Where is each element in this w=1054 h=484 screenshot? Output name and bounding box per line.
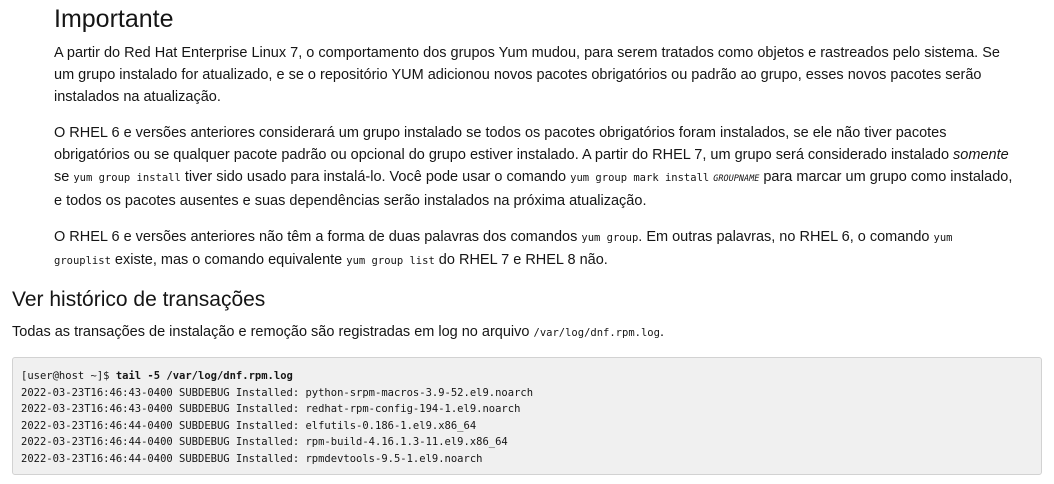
text-run: . Em outras palavras, no RHEL 6, o coman… <box>638 229 934 245</box>
section-title: Ver histórico de transações <box>12 288 266 311</box>
text-run: . <box>659 324 664 340</box>
text-run: Todas as transações de instalação e remo… <box>12 324 534 340</box>
terminal-output-line: 2022-03-23T16:46:43-0400 SUBDEBUG Instal… <box>21 386 534 399</box>
text-run: O RHEL 6 e versões anteriores considerar… <box>54 125 954 163</box>
emphasis: somente <box>953 147 1009 163</box>
text-run: O RHEL 6 e versões anteriores não têm a … <box>54 229 582 245</box>
text-run: se <box>54 169 74 185</box>
terminal-output-line: 2022-03-23T16:46:43-0400 SUBDEBUG Instal… <box>21 403 521 415</box>
terminal-output-line: 2022-03-23T16:46:44-0400 SUBDEBUG Instal… <box>21 419 477 432</box>
transaction-history-section: Ver histórico de transações Todas as tra… <box>12 287 1042 344</box>
text-run: do RHEL 7 e RHEL 8 não. <box>434 252 608 268</box>
text-run: tiver sido usado para instalá-lo. Você p… <box>180 169 571 185</box>
inline-code: yum group mark install <box>570 172 710 184</box>
inline-code: /var/log/dnf.rpm.log <box>533 327 660 339</box>
important-title: Importante <box>54 5 174 33</box>
important-paragraph-3: O RHEL 6 e versões anteriores não têm a … <box>54 226 1014 272</box>
inline-code: yum group install <box>73 172 181 184</box>
terminal-output-line: 2022-03-23T16:46:44-0400 SUBDEBUG Instal… <box>21 436 508 448</box>
replaceable-variable: GROUPNAME <box>713 174 760 184</box>
terminal-prompt: [user@host ~]$ <box>21 370 116 382</box>
inline-code: yum group <box>581 232 639 244</box>
important-admonition: Importante A partir do Red Hat Enterpris… <box>54 4 1014 272</box>
terminal-command-line: [user@host ~]$ tail -5 /var/log/dnf.rpm.… <box>21 368 1033 385</box>
terminal-output-line: 2022-03-23T16:46:44-0400 SUBDEBUG Instal… <box>21 452 483 465</box>
terminal-code-block[interactable]: [user@host ~]$ tail -5 /var/log/dnf.rpm.… <box>12 357 1042 475</box>
section-description: Todas as transações de instalação e remo… <box>12 321 1042 344</box>
important-paragraph-1: A partir do Red Hat Enterprise Linux 7, … <box>54 45 1000 105</box>
inline-code: yum group list <box>346 255 435 267</box>
important-paragraph-2: O RHEL 6 e versões anteriores considerar… <box>54 122 1014 212</box>
text-run: existe, mas o comando equivalente <box>110 252 347 268</box>
terminal-command: tail -5 /var/log/dnf.rpm.log <box>115 370 293 382</box>
